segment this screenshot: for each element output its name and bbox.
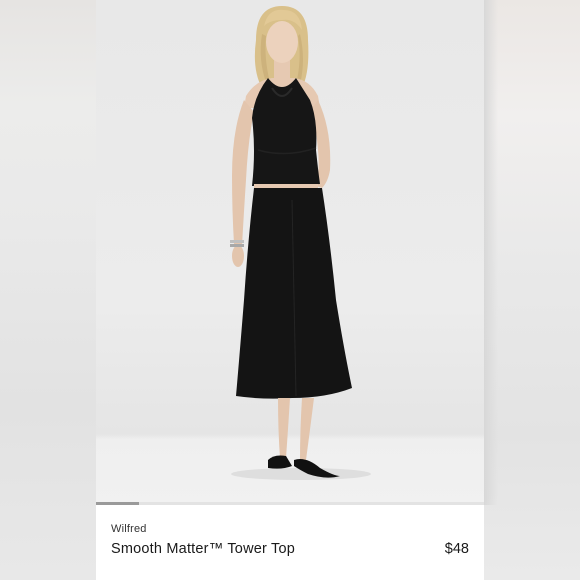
product-card[interactable]: Wilfred Smooth Matter™ Tower Top $48 — [96, 0, 484, 580]
blurred-background-right — [484, 0, 580, 580]
product-photo[interactable] — [96, 0, 484, 505]
price-label: $48 — [444, 541, 469, 557]
listing-info[interactable]: Wilfred Smooth Matter™ Tower Top $48 — [96, 505, 484, 580]
brand-label[interactable]: Wilfred — [111, 523, 147, 535]
product-title[interactable]: Smooth Matter™ Tower Top — [111, 541, 295, 557]
blurred-background-left — [0, 0, 96, 580]
listing-screen: Wilfred Smooth Matter™ Tower Top $48 — [0, 0, 580, 580]
model-photo-illustration — [230, 6, 371, 480]
